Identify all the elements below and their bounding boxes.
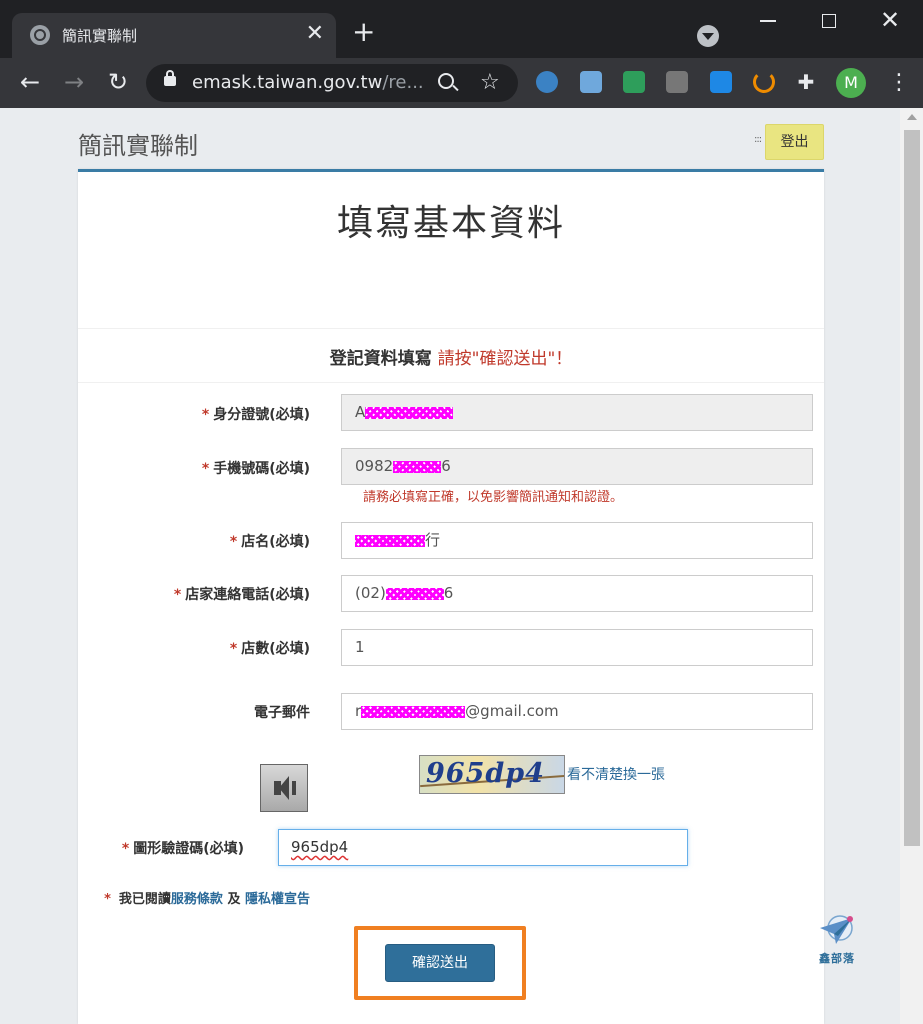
forward-icon[interactable]: → — [60, 68, 88, 96]
paper-plane-logo-icon — [820, 915, 853, 944]
captcha-refresh-link[interactable]: 看不清楚換一張 — [567, 764, 665, 784]
extension-translate-icon[interactable] — [580, 71, 602, 93]
extension-code-icon[interactable] — [666, 71, 688, 93]
submit-button[interactable]: 確認送出 — [385, 944, 495, 982]
privacy-policy-link[interactable]: 隱私權宣告 — [245, 892, 310, 907]
scroll-thumb[interactable] — [904, 130, 920, 846]
tab-search-icon[interactable] — [697, 25, 719, 47]
close-tab-icon[interactable]: ✕ — [306, 21, 324, 47]
store-count-label: * 店數(必填) — [229, 641, 310, 657]
captcha-image-text: 965dp4 — [426, 758, 545, 789]
browser-tab-bar: 簡訊實聯制 ✕ + ✕ — [0, 0, 923, 58]
form-notice: 登記資料填寫 請按"確認送出"！ — [329, 349, 573, 369]
redaction-mask — [385, 587, 444, 600]
reload-icon[interactable]: ↻ — [104, 68, 132, 96]
extension-power-icon[interactable] — [753, 71, 775, 93]
url-text: emask.taiwan.gov.tw/re... — [192, 72, 424, 93]
mobile-field[interactable]: 0982 6 — [341, 448, 813, 485]
mobile-hint: 請務必填寫正確，以免影響簡訊通知和認證。 — [363, 490, 624, 505]
captcha-label: * 圖形驗證碼(必填) — [121, 841, 244, 857]
new-tab-icon[interactable]: + — [352, 18, 375, 46]
address-bar[interactable]: emask.taiwan.gov.tw/re... ☆ — [146, 64, 518, 102]
speaker-icon — [274, 776, 289, 800]
id-number-field[interactable]: A — [341, 394, 813, 431]
redaction-mask — [355, 534, 425, 547]
email-field[interactable]: r @gmail.com — [341, 693, 813, 730]
captcha-input[interactable]: 965dp4 — [278, 829, 688, 866]
extension-owl-icon[interactable] — [536, 71, 558, 93]
store-name-field[interactable]: 行 — [341, 522, 813, 559]
minimize-icon[interactable] — [760, 20, 776, 22]
profile-avatar[interactable]: M — [836, 68, 866, 98]
mobile-label: * 手機號碼(必填) — [201, 461, 310, 477]
redaction-mask — [365, 406, 454, 419]
grid-menu-icon[interactable]: ::: — [754, 134, 762, 145]
store-count-field[interactable]: 1 — [341, 629, 813, 666]
back-icon[interactable]: ← — [16, 68, 44, 96]
id-number-label: * 身分證號(必填) — [201, 407, 310, 423]
redaction-mask — [361, 705, 466, 718]
sound-wave-icon — [292, 781, 296, 795]
extension-share-icon[interactable] — [710, 71, 732, 93]
bookmark-star-icon[interactable]: ☆ — [480, 70, 500, 95]
captcha-image: 965dp4 — [419, 755, 565, 794]
watermark-text: 鑫部落 — [819, 952, 855, 965]
store-name-label: * 店名(必填) — [229, 534, 310, 550]
window-close-icon[interactable]: ✕ — [880, 6, 900, 34]
notice-highlight: 請按"確認送出"！ — [437, 349, 573, 369]
redaction-mask — [393, 460, 442, 473]
browser-menu-icon[interactable]: ⋮ — [888, 68, 910, 98]
extension-mail-icon[interactable] — [623, 71, 645, 93]
maximize-icon[interactable] — [822, 14, 836, 28]
logout-button[interactable]: 登出 — [765, 124, 824, 160]
watermark: 鑫部落 — [812, 914, 862, 966]
page-title: 填寫基本資料 — [336, 203, 565, 244]
divider — [78, 382, 824, 383]
service-terms-link[interactable]: 服務條款 — [171, 892, 223, 907]
scroll-up-arrow-icon[interactable] — [907, 114, 917, 120]
tab-title: 簡訊實聯制 — [62, 27, 138, 45]
page-scrollbar[interactable] — [900, 108, 923, 1024]
terms-agreement: * 我已閱讀服務條款 及 隱私權宣告 — [104, 892, 310, 907]
store-phone-field[interactable]: (02) 6 — [341, 575, 813, 612]
store-phone-label: * 店家連絡電話(必填) — [173, 587, 310, 603]
browser-tab[interactable]: 簡訊實聯制 ✕ — [12, 13, 336, 58]
divider — [78, 328, 824, 329]
zoom-icon[interactable] — [438, 73, 454, 89]
captcha-audio-button[interactable] — [260, 764, 308, 812]
globe-icon — [30, 25, 50, 45]
browser-toolbar: ← → ↻ emask.taiwan.gov.tw/re... ☆ ✚ M ⋮ — [0, 58, 923, 108]
email-label: 電子郵件 — [254, 705, 310, 721]
form-card: 填寫基本資料 登記資料填寫 請按"確認送出"！ * 身分證號(必填) A * 手機號… — [78, 169, 824, 1024]
lock-icon — [164, 70, 176, 86]
extensions-puzzle-icon[interactable]: ✚ — [792, 68, 820, 96]
site-title[interactable]: 簡訊實聯制 — [78, 126, 198, 161]
